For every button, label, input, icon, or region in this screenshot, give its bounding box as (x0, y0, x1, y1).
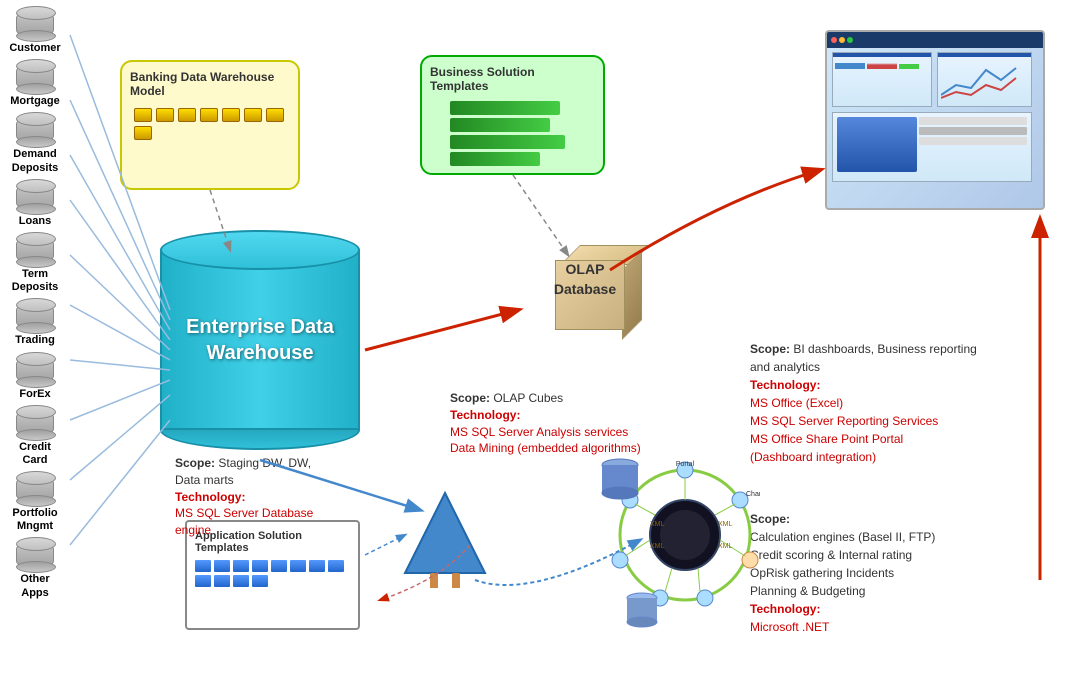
small-db-cylinder (600, 455, 640, 508)
ast-icon (290, 560, 306, 572)
green-bar (450, 118, 550, 132)
scope-label-calc: Scope:Calculation engines (Basel II, FTP… (750, 512, 935, 598)
source-mortgage: Mortgage (0, 63, 70, 108)
graph-node (244, 108, 262, 122)
graph-node (134, 126, 152, 140)
source-term-deposits: TermDeposits (0, 236, 70, 294)
source-label-customer: Customer (9, 42, 60, 55)
cylinder-loans (16, 183, 54, 211)
cylinder-trading (16, 302, 54, 330)
source-demand-deposits: DemandDeposits (0, 116, 70, 174)
source-portfolio: PortfolioMngmt (0, 475, 70, 533)
svg-text:Portal: Portal (676, 461, 695, 468)
green-bar (450, 135, 565, 149)
scope-label-olap: Scope: OLAP Cubes (450, 391, 563, 405)
cylinder-forex (16, 356, 54, 384)
svg-text:XML: XML (718, 521, 733, 528)
scope-calc: Scope:Calculation engines (Basel II, FTP… (750, 510, 1040, 636)
graph-node (134, 108, 152, 122)
source-trading: Trading (0, 302, 70, 347)
source-loans: Loans (0, 183, 70, 228)
tech-label-bi: Technology: (750, 378, 820, 392)
source-label-forex: ForEx (19, 388, 50, 401)
banking-box: Banking Data Warehouse Model (120, 60, 300, 190)
tech-text-bi-3: MS Office Share Point Portal(Dashboard i… (750, 432, 903, 464)
cylinder-mortgage (16, 63, 54, 91)
svg-text:XML: XML (650, 543, 665, 550)
cylinder-other (16, 541, 54, 569)
ast-icon (252, 560, 268, 572)
source-label-portfolio: PortfolioMngmt (12, 507, 57, 533)
tech-label-edw: Technology: (175, 490, 245, 504)
source-label-demand: DemandDeposits (12, 148, 58, 174)
ast-icon (233, 575, 249, 587)
source-label-loans: Loans (19, 215, 51, 228)
graph-node (200, 108, 218, 122)
source-forex: ForEx (0, 356, 70, 401)
cylinder-demand (16, 116, 54, 144)
green-bar (450, 101, 560, 115)
tech-text-calc: Microsoft .NET (750, 620, 829, 634)
cylinder-customer (16, 10, 54, 38)
source-label-term: TermDeposits (12, 268, 58, 294)
banking-mini-graph (130, 104, 290, 144)
tech-label-olap: Technology: (450, 408, 520, 422)
source-label-trading: Trading (15, 334, 55, 347)
olap-container: OLAPDatabase (520, 245, 650, 375)
ast-icon (328, 560, 344, 572)
tech-text-olap: MS SQL Server Analysis servicesData Mini… (450, 425, 641, 456)
edw-label: Enterprise DataWarehouse (160, 230, 360, 450)
graph-node (156, 108, 174, 122)
scope-label: Scope: Staging DW, DW,Data marts (175, 456, 311, 487)
graph-node (222, 108, 240, 122)
source-other-apps: OtherApps (0, 541, 70, 599)
scope-bi: Scope: BI dashboards, Business reporting… (750, 340, 1040, 466)
ast-icon (195, 560, 211, 572)
cylinder-portfolio (16, 475, 54, 503)
scope-label-bi: Scope: BI dashboards, Business reporting… (750, 342, 977, 374)
cylinder-term (16, 236, 54, 264)
ss-panel-3 (832, 112, 1032, 182)
source-customer: Customer (0, 10, 70, 55)
green-bar (450, 152, 540, 166)
ast-icon (214, 575, 230, 587)
olap-label: OLAPDatabase (520, 260, 650, 299)
banking-box-title: Banking Data Warehouse Model (130, 70, 290, 98)
graph-node (266, 108, 284, 122)
data-sources-panel: Customer Mortgage DemandDeposits Loans T… (0, 10, 70, 600)
scope-olap: Scope: OLAP Cubes Technology: MS SQL Ser… (450, 390, 680, 457)
bst-box: Business Solution Templates (420, 55, 605, 175)
svg-text:XML: XML (650, 521, 665, 528)
ast-icon (252, 575, 268, 587)
ast-icon (214, 560, 230, 572)
ast-icon (309, 560, 325, 572)
ast-icon (233, 560, 249, 572)
cylinder-credit (16, 409, 54, 437)
edw-container: Enterprise DataWarehouse (160, 230, 360, 450)
source-label-mortgage: Mortgage (10, 95, 60, 108)
scope-edw: Scope: Staging DW, DW,Data marts Technol… (175, 455, 405, 539)
etl-funnel (400, 488, 490, 591)
source-credit-card: CreditCard (0, 409, 70, 467)
screenshot-box (825, 30, 1045, 210)
ast-icon (271, 560, 287, 572)
graph-node (178, 108, 196, 122)
tech-label-calc: Technology: (750, 602, 820, 616)
svg-text:XML: XML (718, 543, 733, 550)
source-label-credit: CreditCard (19, 441, 51, 467)
small-db-cylinder-2 (625, 590, 660, 638)
tech-text-bi-1: MS Office (Excel) (750, 396, 843, 410)
tech-text-edw: MS SQL Server Databaseengine (175, 506, 313, 537)
tech-text-bi-2: MS SQL Server Reporting Services (750, 414, 938, 428)
bst-stacked-bars (450, 101, 595, 166)
ss-panel-1 (832, 52, 932, 107)
svg-text:Channels: Channels (746, 491, 760, 498)
ast-icons (195, 560, 350, 587)
ast-icon (195, 575, 211, 587)
source-label-other: OtherApps (20, 573, 49, 599)
ss-panel-2 (937, 52, 1032, 107)
bst-box-title: Business Solution Templates (430, 65, 595, 93)
